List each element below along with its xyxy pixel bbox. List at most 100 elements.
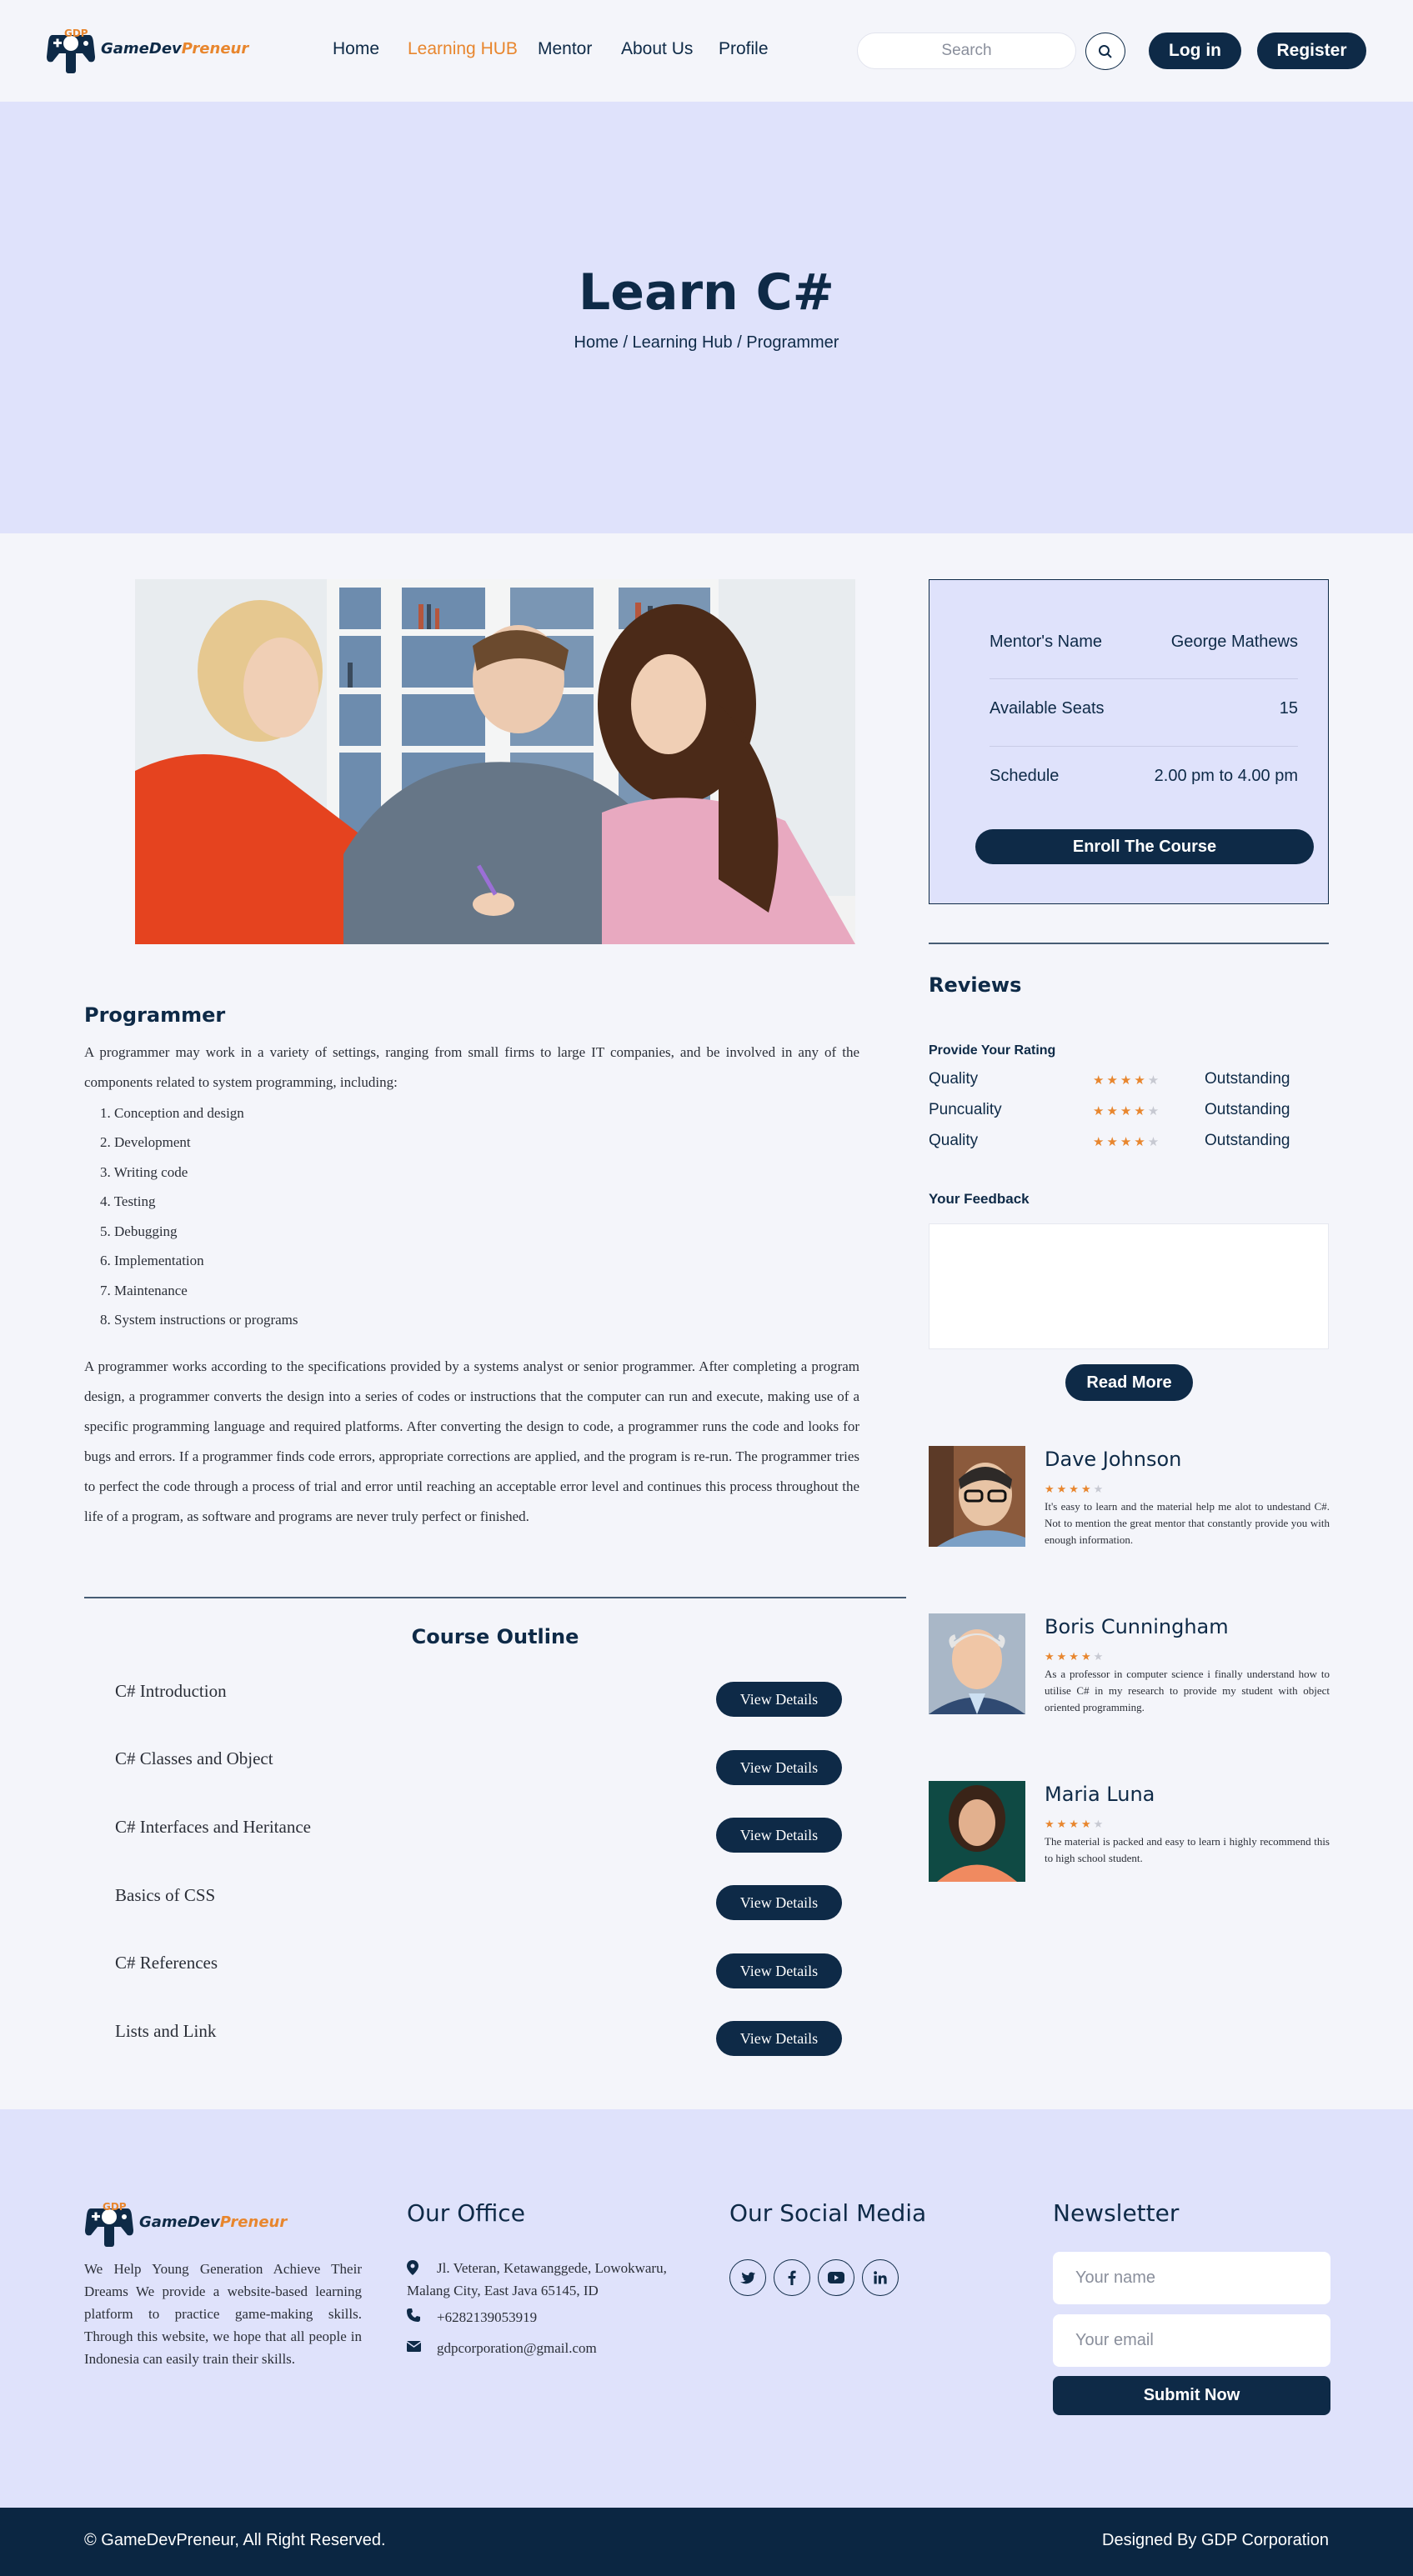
- rating-label: Quality: [929, 1132, 979, 1149]
- list-item-text: Development: [114, 1134, 191, 1150]
- submit-newsletter-button[interactable]: Submit Now: [1053, 2376, 1330, 2415]
- nav-link-about-us[interactable]: About Us: [621, 39, 693, 59]
- youtube-button[interactable]: [818, 2259, 854, 2296]
- reviewer-avatar: [929, 1781, 1025, 1882]
- office-heading: Our Office: [407, 2199, 525, 2227]
- navbar: GDP GameDevPreneur Home Learning HUB Men…: [0, 0, 1413, 101]
- list-item-text: Writing code: [113, 1164, 188, 1180]
- seats-row: Available Seats 15: [990, 699, 1298, 718]
- rating-stars[interactable]: ★★★★★: [1093, 1134, 1161, 1149]
- office-address-row: Jl. Veteran, Ketawanggede, Lowokwaru, Ma…: [407, 2257, 690, 2302]
- newsletter-name-input[interactable]: Your name: [1053, 2252, 1330, 2304]
- list-item-text: Maintenance: [114, 1283, 188, 1298]
- seats-value: 15: [1279, 699, 1298, 718]
- view-details-button[interactable]: View Details: [716, 1885, 842, 1920]
- schedule-row: Schedule 2.00 pm to 4.00 pm: [990, 767, 1298, 786]
- list-item-text: Debugging: [114, 1223, 178, 1239]
- feedback-label: Your Feedback: [929, 1191, 1030, 1207]
- footer-brand-logo[interactable]: GDP GameDevPreneur: [84, 2197, 287, 2247]
- view-details-button[interactable]: View Details: [716, 1953, 842, 1988]
- programmer-body: A programmer works according to the spec…: [84, 1358, 859, 1524]
- nav-link-mentor[interactable]: Mentor: [538, 39, 592, 59]
- review-stars: ★★★★★: [1045, 1818, 1106, 1830]
- divider: [990, 746, 1298, 747]
- review-text: As a professor in computer science i fin…: [1045, 1668, 1330, 1713]
- phone-icon: [407, 2308, 437, 2326]
- read-more-button[interactable]: Read More: [1065, 1364, 1193, 1401]
- list-item: 8. System instructions or programs: [100, 1312, 298, 1328]
- list-item: 4. Testing: [100, 1193, 156, 1209]
- office-phone: +6282139053919: [437, 2309, 538, 2325]
- view-details-button[interactable]: View Details: [716, 1818, 842, 1853]
- brand-name-part1: GameDev: [101, 39, 182, 58]
- seats-label: Available Seats: [990, 699, 1105, 718]
- list-item: 2. Development: [100, 1134, 191, 1150]
- reviews-heading: Reviews: [929, 973, 1022, 997]
- programmer-intro: A programmer may work in a variety of se…: [84, 1044, 859, 1090]
- review-text: It's easy to learn and the material help…: [1045, 1500, 1330, 1546]
- list-item: 5. Debugging: [100, 1223, 178, 1239]
- review-stars: ★★★★★: [1045, 1650, 1106, 1663]
- copyright-text: © GameDevPreneur, All Right Reserved.: [84, 2531, 386, 2549]
- footer-about: We Help Young Generation Achieve Their D…: [84, 2261, 362, 2367]
- mentor-label: Mentor's Name: [990, 633, 1102, 651]
- outline-item-title: Lists and Link: [115, 2021, 217, 2041]
- reviewer-name: Maria Luna: [1045, 1783, 1155, 1806]
- reviewer-name: Dave Johnson: [1045, 1448, 1182, 1471]
- enroll-course-button[interactable]: Enroll The Course: [975, 829, 1314, 864]
- schedule-value: 2.00 pm to 4.00 pm: [1154, 767, 1298, 785]
- linkedin-button[interactable]: [862, 2259, 899, 2296]
- outline-item-title: C# Interfaces and Heritance: [115, 1817, 311, 1837]
- gamepad-logo-icon: GDP: [46, 23, 96, 73]
- outline-item-title: C# References: [115, 1953, 218, 1973]
- programmer-heading: Programmer: [84, 1003, 226, 1027]
- list-item-text: Conception and design: [114, 1105, 244, 1121]
- twitter-button[interactable]: [729, 2259, 766, 2296]
- brand-logo[interactable]: GDP GameDevPreneur: [46, 23, 248, 73]
- newsletter-heading: Newsletter: [1053, 2199, 1180, 2227]
- search-input[interactable]: Search: [857, 33, 1076, 69]
- twitter-icon: [740, 2271, 755, 2283]
- schedule-label: Schedule: [990, 767, 1060, 785]
- facebook-button[interactable]: [774, 2259, 810, 2296]
- view-details-button[interactable]: View Details: [716, 2021, 842, 2056]
- rating-stars[interactable]: ★★★★★: [1093, 1103, 1161, 1118]
- newsletter-email-input[interactable]: Your email: [1053, 2314, 1330, 2367]
- view-details-button[interactable]: View Details: [716, 1750, 842, 1785]
- breadcrumb: Home / Learning Hub / Programmer: [574, 333, 839, 352]
- rating-value: Outstanding: [1205, 1132, 1290, 1149]
- designed-by-text: Designed By GDP Corporation: [1102, 2531, 1329, 2549]
- search-icon: [1099, 44, 1112, 58]
- course-outline-title: Course Outline: [411, 1625, 579, 1648]
- view-details-button[interactable]: View Details: [716, 1682, 842, 1717]
- list-item: 3. Writing code: [100, 1164, 188, 1180]
- list-item-text: System instructions or programs: [114, 1312, 298, 1328]
- nav-link-profile[interactable]: Profile: [719, 39, 769, 59]
- divider: [929, 943, 1329, 944]
- office-email-row: gdpcorporation@gmail.com: [406, 2337, 597, 2359]
- rating-label: Puncuality: [929, 1101, 1002, 1118]
- course-hero-image: [135, 579, 855, 944]
- page-title: Learn C#: [579, 263, 834, 322]
- office-address: Jl. Veteran, Ketawanggede, Lowokwaru, Ma…: [407, 2260, 667, 2298]
- gamepad-logo-icon: GDP: [84, 2197, 134, 2247]
- office-email: gdpcorporation@gmail.com: [437, 2340, 597, 2356]
- login-button[interactable]: Log in: [1149, 33, 1241, 69]
- feedback-textarea[interactable]: [929, 1223, 1329, 1349]
- list-item: 7. Maintenance: [100, 1283, 188, 1298]
- reviewer-name: Boris Cunningham: [1045, 1615, 1229, 1638]
- list-item: 1. Conception and design: [100, 1105, 244, 1121]
- rating-stars[interactable]: ★★★★★: [1093, 1073, 1161, 1088]
- search-button[interactable]: [1085, 33, 1125, 70]
- youtube-icon: [828, 2272, 844, 2283]
- mentor-row: Mentor's Name George Mathews: [990, 633, 1298, 652]
- nav-link-home[interactable]: Home: [333, 39, 379, 59]
- reviewer-avatar: [929, 1446, 1025, 1547]
- list-item-text: Implementation: [114, 1253, 204, 1268]
- nav-link-learning-hub[interactable]: Learning HUB: [408, 39, 518, 59]
- register-button[interactable]: Register: [1257, 33, 1366, 69]
- mentor-value: George Mathews: [1170, 633, 1298, 651]
- brand-name-part2: Preneur: [181, 39, 249, 58]
- review-stars: ★★★★★: [1045, 1483, 1106, 1495]
- brand-name-part2: Preneur: [219, 2213, 288, 2231]
